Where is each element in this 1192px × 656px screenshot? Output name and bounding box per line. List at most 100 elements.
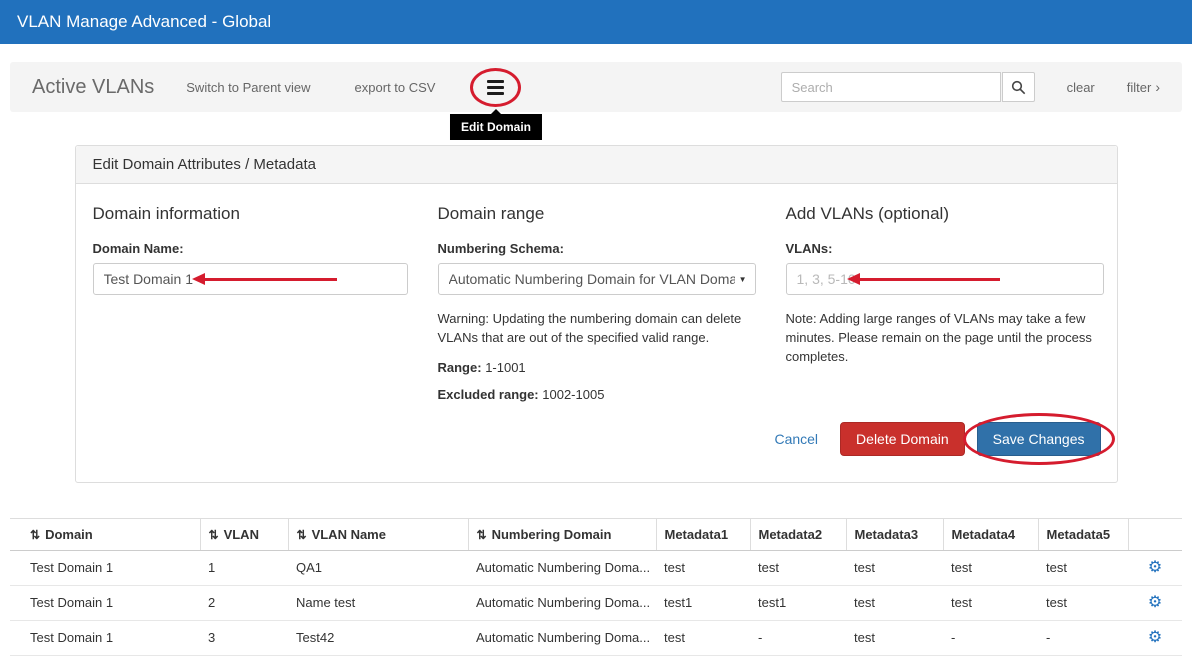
cell-vlan-name: Test42 <box>288 620 468 655</box>
vlan-table: ⇅Domain ⇅VLAN ⇅VLAN Name ⇅Numbering Doma… <box>10 518 1182 656</box>
cancel-link[interactable]: Cancel <box>774 431 818 447</box>
chevron-right-icon: › <box>1155 79 1160 95</box>
vlans-annotation-arrow <box>860 278 1000 281</box>
range-value: 1-1001 <box>485 360 525 375</box>
column-header-metadata3: Metadata3 <box>846 518 943 550</box>
search-input[interactable] <box>781 72 1001 102</box>
domain-range-column: Domain range Numbering Schema: Automatic… <box>438 204 756 402</box>
search-button[interactable] <box>1002 72 1035 102</box>
column-header-numbering-domain[interactable]: ⇅Numbering Domain <box>468 518 656 550</box>
cell-domain: Test Domain 1 <box>10 550 200 585</box>
domain-information-column: Domain information Domain Name: <box>93 204 408 402</box>
cell-actions: ⚙ <box>1128 620 1182 655</box>
table-row: Test Domain 1 3 Test42 Automatic Numberi… <box>10 620 1182 655</box>
vlans-label: VLANs: <box>786 241 1104 256</box>
domain-name-annotation-arrow <box>205 278 337 281</box>
sort-icon: ⇅ <box>477 528 487 542</box>
column-header-domain[interactable]: ⇅Domain <box>10 518 200 550</box>
cell-metadata2: test <box>750 550 846 585</box>
filter-link[interactable]: filter› <box>1127 79 1160 95</box>
range-label: Range: <box>438 360 482 375</box>
gear-icon: ⚙ <box>1148 594 1162 611</box>
numbering-schema-value: Automatic Numbering Domain for VLAN Doma <box>449 271 735 287</box>
panel-body: Domain information Domain Name: Domain r… <box>76 184 1117 402</box>
table-row: Test Domain 1 1 QA1 Automatic Numbering … <box>10 550 1182 585</box>
column-header-metadata5: Metadata5 <box>1038 518 1128 550</box>
excluded-range-label: Excluded range: <box>438 387 539 402</box>
edit-domain-panel: Edit Domain Attributes / Metadata Domain… <box>75 145 1118 483</box>
add-vlans-heading: Add VLANs (optional) <box>786 204 1104 224</box>
domain-name-field <box>93 263 408 295</box>
numbering-warning-text: Warning: Updating the numbering domain c… <box>438 310 756 348</box>
vlans-field <box>786 263 1104 295</box>
vlans-note-text: Note: Adding large ranges of VLANs may t… <box>786 310 1104 367</box>
table-header-row: ⇅Domain ⇅VLAN ⇅VLAN Name ⇅Numbering Doma… <box>10 518 1182 550</box>
app-header: VLAN Manage Advanced - Global <box>0 0 1192 44</box>
excluded-range-line: Excluded range: 1002-1005 <box>438 387 756 402</box>
delete-domain-button[interactable]: Delete Domain <box>840 422 965 456</box>
sort-icon: ⇅ <box>297 528 307 542</box>
cell-numbering-domain: Automatic Numbering Doma... <box>468 550 656 585</box>
gear-icon: ⚙ <box>1148 629 1162 646</box>
hamburger-icon <box>487 80 504 83</box>
cell-metadata5: - <box>1038 620 1128 655</box>
domain-range-heading: Domain range <box>438 204 756 224</box>
column-header-actions <box>1128 518 1182 550</box>
toolbar: Active VLANs Switch to Parent view expor… <box>10 62 1182 112</box>
domain-information-heading: Domain information <box>93 204 408 224</box>
export-csv-link[interactable]: export to CSV <box>355 80 436 95</box>
numbering-schema-label: Numbering Schema: <box>438 241 756 256</box>
cell-domain: Test Domain 1 <box>10 620 200 655</box>
cell-metadata4: - <box>943 620 1038 655</box>
cell-metadata2: test1 <box>750 585 846 620</box>
cell-actions: ⚙ <box>1128 585 1182 620</box>
cell-metadata5: test <box>1038 585 1128 620</box>
save-changes-wrap: Save Changes <box>977 422 1101 456</box>
cell-numbering-domain: Automatic Numbering Doma... <box>468 620 656 655</box>
column-header-metadata2: Metadata2 <box>750 518 846 550</box>
excluded-range-value: 1002-1005 <box>542 387 604 402</box>
cell-numbering-domain: Automatic Numbering Doma... <box>468 585 656 620</box>
cell-metadata3: test <box>846 550 943 585</box>
cell-actions: ⚙ <box>1128 550 1182 585</box>
table-row: Test Domain 1 2 Name test Automatic Numb… <box>10 585 1182 620</box>
clear-link[interactable]: clear <box>1067 80 1095 95</box>
cell-metadata4: test <box>943 585 1038 620</box>
row-settings-button[interactable]: ⚙ <box>1148 630 1162 646</box>
cell-metadata1: test <box>656 620 750 655</box>
cell-metadata3: test <box>846 620 943 655</box>
cell-metadata4: test <box>943 550 1038 585</box>
panel-actions: Cancel Delete Domain Save Changes <box>76 402 1117 482</box>
panel-title: Edit Domain Attributes / Metadata <box>76 146 1117 184</box>
cell-vlan-name: QA1 <box>288 550 468 585</box>
edit-domain-menu: Edit Domain <box>481 75 510 100</box>
row-settings-button[interactable]: ⚙ <box>1148 595 1162 611</box>
search-icon <box>1011 80 1026 95</box>
search-group <box>781 72 1035 102</box>
cell-metadata1: test <box>656 550 750 585</box>
range-line: Range: 1-1001 <box>438 360 756 375</box>
switch-to-parent-link[interactable]: Switch to Parent view <box>186 80 310 95</box>
row-settings-button[interactable]: ⚙ <box>1148 560 1162 576</box>
numbering-schema-select[interactable]: Automatic Numbering Domain for VLAN Doma… <box>438 263 756 295</box>
sort-icon: ⇅ <box>30 528 40 542</box>
add-vlans-column: Add VLANs (optional) VLANs: Note: Adding… <box>786 204 1104 402</box>
cell-metadata5: test <box>1038 550 1128 585</box>
cell-metadata2: - <box>750 620 846 655</box>
sort-icon: ⇅ <box>209 528 219 542</box>
cell-domain: Test Domain 1 <box>10 585 200 620</box>
cell-metadata3: test <box>846 585 943 620</box>
cell-vlan: 2 <box>200 585 288 620</box>
column-header-vlan-name[interactable]: ⇅VLAN Name <box>288 518 468 550</box>
save-changes-button[interactable]: Save Changes <box>977 422 1101 456</box>
page-title: VLAN Manage Advanced - Global <box>17 12 271 32</box>
caret-down-icon: ▼ <box>739 275 747 284</box>
menu-button[interactable] <box>481 75 510 100</box>
column-header-metadata4: Metadata4 <box>943 518 1038 550</box>
edit-domain-tooltip: Edit Domain <box>450 114 542 140</box>
cell-metadata1: test1 <box>656 585 750 620</box>
column-header-vlan[interactable]: ⇅VLAN <box>200 518 288 550</box>
domain-name-label: Domain Name: <box>93 241 408 256</box>
active-vlans-title: Active VLANs <box>32 76 154 99</box>
column-header-metadata1: Metadata1 <box>656 518 750 550</box>
